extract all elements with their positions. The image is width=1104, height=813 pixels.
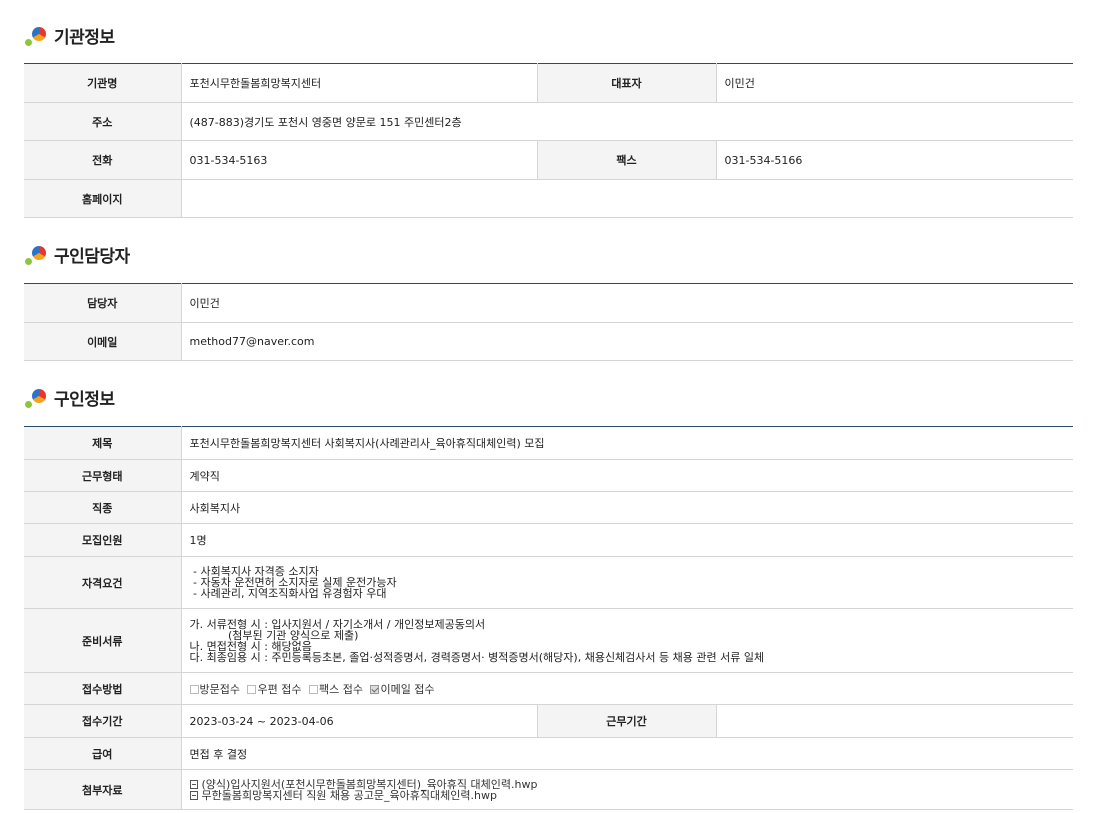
file-icon: [189, 790, 198, 800]
section-heading: 구인정보: [54, 390, 115, 410]
job-salary-label: 급여: [24, 737, 182, 770]
section-org-title: 기관정보: [24, 23, 115, 48]
section-heading: 구인담당자: [54, 247, 130, 267]
org-rep-value: 이민건: [716, 63, 1073, 103]
job-salary-value: 면접 후 결정: [181, 737, 1073, 770]
job-title-value: 포천시무한돌봄희망복지센터 사회복지사(사례관리사_육아휴직대체인력) 모집: [181, 426, 1073, 460]
contact-person-label: 담당자: [24, 283, 182, 323]
contact-email-value[interactable]: method77@naver.com: [181, 322, 1073, 361]
job-period-value: 2023-03-24 ~ 2023-04-06: [181, 704, 537, 738]
job-headcount-label: 모집인원: [24, 523, 182, 557]
section-bullet-icon: [24, 387, 48, 409]
method-email: 이메일 접수: [370, 683, 435, 696]
section-contact-title: 구인담당자: [24, 242, 130, 267]
job-qualification-label: 자격요건: [24, 556, 182, 609]
org-phone-value: 031-534-5163: [181, 140, 537, 180]
job-category-value: 사회복지사: [181, 491, 1073, 524]
checkbox-icon: [308, 684, 318, 694]
org-info-table: 기관명 포천시무한돌봄희망복지센터 대표자 이민건 주소 (487-883)경기…: [24, 63, 1073, 218]
job-work-period-label: 근무기간: [536, 704, 717, 738]
checkbox-icon: [189, 684, 199, 694]
job-attachments-list: (양식)입사지원서(포천시무한돌봄희망복지센터)_육아휴직 대체인력.hwp 무…: [181, 769, 1074, 810]
document-item: 가. 서류전형 시 : 입사지원서 / 자기소개서 / 개인정보제공동의서: [189, 617, 486, 631]
job-work-period-value: [716, 704, 1073, 738]
method-visit: 방문접수: [189, 683, 240, 696]
file-icon: [189, 779, 198, 789]
method-fax: 팩스 접수: [308, 683, 363, 696]
job-title-label: 제목: [24, 426, 182, 460]
job-method-options: 방문접수 우편 접수 팩스 접수 이메일 접수: [181, 672, 1073, 705]
contact-email-label: 이메일: [24, 322, 182, 361]
section-bullet-icon: [24, 25, 48, 47]
job-documents-label: 준비서류: [24, 608, 182, 673]
document-item: 나. 면접전형 시 : 해당없음: [189, 639, 312, 653]
section-bullet-icon: [24, 244, 48, 266]
org-homepage-label: 홈페이지: [24, 179, 182, 218]
job-info-table: 제목 포천시무한돌봄희망복지센터 사회복지사(사례관리사_육아휴직대체인력) 모…: [24, 426, 1073, 810]
job-category-label: 직종: [24, 491, 182, 524]
contact-person-value: 이민건: [181, 283, 1073, 323]
org-name-value: 포천시무한돌봄희망복지센터: [181, 63, 537, 103]
org-fax-value: 031-534-5166: [716, 140, 1073, 180]
section-job-title: 구인정보: [24, 385, 115, 410]
org-rep-label: 대표자: [536, 63, 717, 103]
job-documents-list: 가. 서류전형 시 : 입사지원서 / 자기소개서 / 개인정보제공동의서 (첨…: [181, 608, 1073, 673]
document-item: (첨부된 기관 양식으로 제출): [189, 628, 359, 642]
job-type-label: 근무형태: [24, 459, 182, 492]
job-attachments-label: 첨부자료: [24, 769, 182, 810]
org-address-value: (487-883)경기도 포천시 영중면 양문로 151 주민센터2층: [181, 102, 1073, 141]
attachment-link[interactable]: 무한돌봄희망복지센터 직원 채용 공고문_육아휴직대체인력.hwp: [189, 790, 1074, 801]
qualification-item: - 사례관리, 지역조직화사업 유경험자 우대: [189, 587, 387, 600]
contact-info-table: 담당자 이민건 이메일 method77@naver.com: [24, 283, 1073, 361]
org-name-label: 기관명: [24, 63, 182, 103]
job-method-label: 접수방법: [24, 672, 182, 705]
job-period-label: 접수기간: [24, 704, 182, 738]
job-headcount-value: 1명: [181, 523, 1073, 557]
checkbox-checked-icon: [370, 684, 380, 694]
job-qualification-list: - 사회복지사 자격증 소지자 - 자동차 운전면허 소지자로 실제 운전가능자…: [181, 556, 1073, 609]
job-type-value: 계약직: [181, 459, 1073, 492]
checkbox-icon: [247, 684, 257, 694]
method-mail: 우편 접수: [247, 683, 301, 696]
org-fax-label: 팩스: [536, 140, 717, 180]
org-phone-label: 전화: [24, 140, 182, 180]
section-heading: 기관정보: [54, 28, 115, 48]
org-homepage-value[interactable]: [181, 179, 1073, 218]
org-address-label: 주소: [24, 102, 182, 141]
document-item: 다. 최종임용 시 : 주민등록등초본, 졸업·성적증명서, 경력증명서· 병적…: [189, 650, 765, 664]
